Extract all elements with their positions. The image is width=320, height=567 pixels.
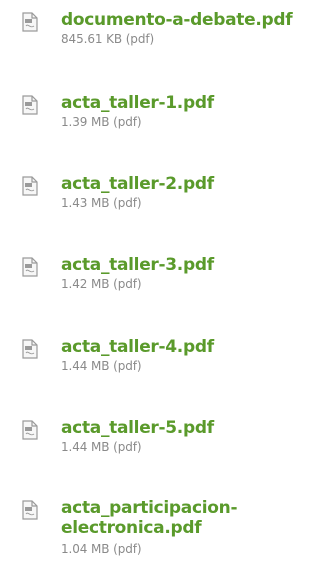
pdf-file-icon[interactable] bbox=[22, 339, 38, 359]
file-link-acta-taller-1[interactable]: acta_taller-1.pdf bbox=[61, 93, 301, 113]
pdf-file-icon[interactable] bbox=[22, 12, 38, 32]
file-link-line: electronica.pdf bbox=[61, 518, 202, 538]
file-size: 1.39 MB (pdf) bbox=[61, 115, 142, 129]
file-link-acta-participacion-electronica[interactable]: acta_participacion- electronica.pdf bbox=[61, 498, 301, 538]
pdf-file-icon[interactable] bbox=[22, 420, 38, 440]
file-size: 1.04 MB (pdf) bbox=[61, 542, 142, 556]
file-size: 1.42 MB (pdf) bbox=[61, 277, 142, 291]
file-link-acta-taller-5[interactable]: acta_taller-5.pdf bbox=[61, 418, 301, 438]
file-link-acta-taller-3[interactable]: acta_taller-3.pdf bbox=[61, 255, 301, 275]
file-size: 1.43 MB (pdf) bbox=[61, 196, 142, 210]
file-link-acta-taller-2[interactable]: acta_taller-2.pdf bbox=[61, 174, 301, 194]
file-link-documento-a-debate[interactable]: documento-a-debate.pdf bbox=[61, 10, 301, 30]
pdf-file-icon[interactable] bbox=[22, 500, 38, 520]
file-link-line: acta_participacion- bbox=[61, 498, 238, 518]
pdf-file-icon[interactable] bbox=[22, 257, 38, 277]
pdf-file-icon[interactable] bbox=[22, 95, 38, 115]
file-link-acta-taller-4[interactable]: acta_taller-4.pdf bbox=[61, 337, 301, 357]
file-size: 1.44 MB (pdf) bbox=[61, 440, 142, 454]
pdf-file-icon[interactable] bbox=[22, 176, 38, 196]
file-size: 845.61 KB (pdf) bbox=[61, 32, 155, 46]
file-size: 1.44 MB (pdf) bbox=[61, 359, 142, 373]
